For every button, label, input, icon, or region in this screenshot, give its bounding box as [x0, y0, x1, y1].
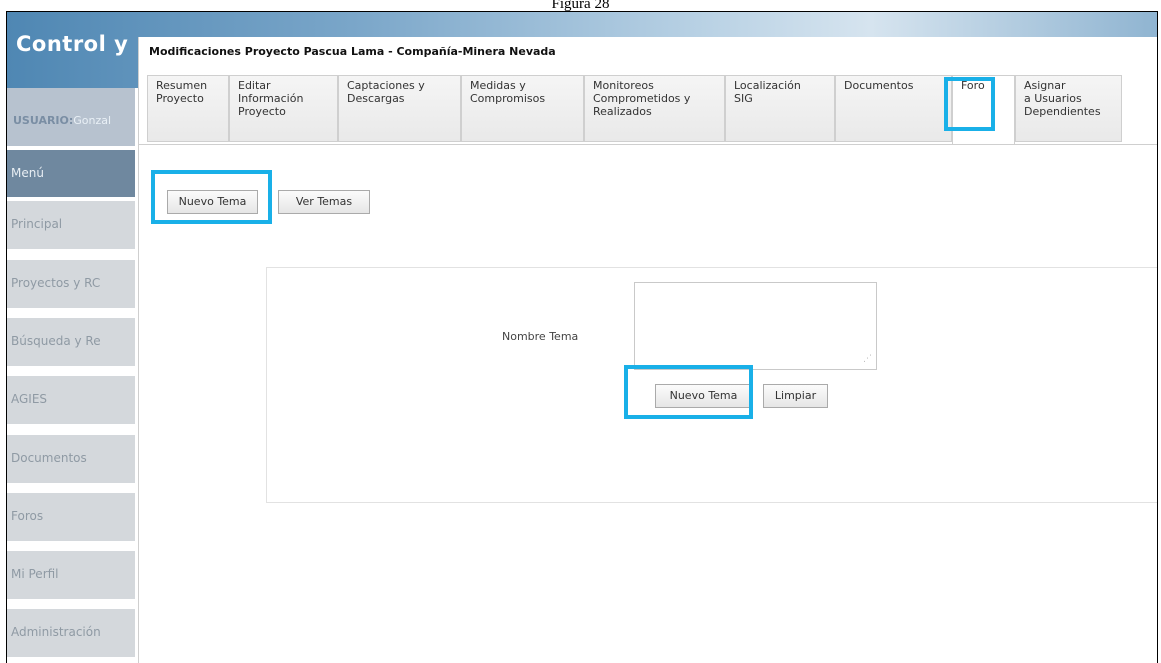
user-name: Gonzal [73, 114, 112, 127]
tab-content-divider [139, 144, 1157, 145]
sidebar-item-documentos[interactable]: Documentos [7, 435, 135, 483]
sidebar: USUARIO:Gonzal Menú Principal Proyectos … [7, 88, 135, 663]
tab-resumen-proyecto[interactable]: Resumen Proyecto [147, 75, 229, 142]
sidebar-item-busqueda[interactable]: Búsqueda y Re [7, 318, 135, 366]
app-window: Control y USUARIO:Gonzal Menú Principal … [6, 11, 1158, 663]
sidebar-item-mi-perfil[interactable]: Mi Perfil [7, 551, 135, 599]
sidebar-item-proyectos[interactable]: Proyectos y RC [7, 260, 135, 308]
topic-name-field[interactable] [634, 282, 877, 370]
sidebar-menu-header: Menú [7, 150, 135, 197]
main-panel: Modificaciones Proyecto Pascua Lama - Co… [138, 37, 1157, 663]
sidebar-item-agies[interactable]: AGIES [7, 376, 135, 424]
user-bar: USUARIO:Gonzal [7, 88, 135, 146]
tab-monitoreos[interactable]: Monitoreos Comprometidos y Realizados [584, 75, 725, 142]
tab-documentos[interactable]: Documentos [835, 75, 952, 142]
sidebar-item-administracion[interactable]: Administración [7, 609, 135, 657]
topic-name-label: Nombre Tema [502, 330, 579, 343]
tab-bar: Resumen Proyecto Editar Información Proy… [147, 75, 1157, 145]
new-topic-button[interactable]: Nuevo Tema [167, 190, 258, 214]
tab-captaciones-descargas[interactable]: Captaciones y Descargas [338, 75, 461, 142]
tab-localizacion-sig[interactable]: Localización SIG [725, 75, 835, 142]
clear-button[interactable]: Limpiar [763, 384, 828, 408]
sidebar-item-principal[interactable]: Principal [7, 201, 135, 249]
user-label: USUARIO: [13, 114, 74, 127]
resize-grip-icon[interactable]: ⋰ [863, 354, 872, 364]
tab-editar-informacion[interactable]: Editar Información Proyecto [229, 75, 338, 142]
sidebar-item-foros[interactable]: Foros [7, 493, 135, 541]
tab-asignar-usuarios[interactable]: Asignar a Usuarios Dependientes [1015, 75, 1122, 142]
app-title: Control y [16, 32, 129, 56]
new-topic-form: Nombre Tema ⋰ Nuevo Tema Limpiar [266, 267, 1157, 503]
tab-foro[interactable]: Foro [952, 75, 1015, 145]
submit-new-topic-button[interactable]: Nuevo Tema [655, 384, 752, 408]
tab-medidas-compromisos[interactable]: Medidas y Compromisos [461, 75, 584, 142]
view-topics-button[interactable]: Ver Temas [278, 190, 370, 214]
page-title: Modificaciones Proyecto Pascua Lama - Co… [149, 45, 556, 58]
